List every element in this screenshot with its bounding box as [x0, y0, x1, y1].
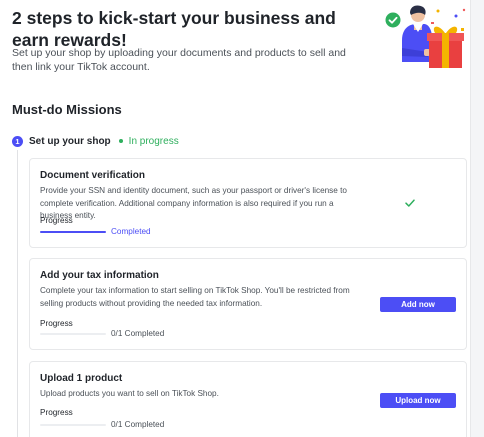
scrollbar-rail[interactable]: [470, 0, 484, 437]
check-badge: [385, 12, 401, 28]
progress-label: Progress: [40, 408, 73, 417]
progress-bar: [40, 424, 106, 426]
progress-bar: [40, 333, 106, 335]
mission-description: Upload products you want to sell on TikT…: [40, 389, 219, 398]
step-status: In progress: [128, 135, 179, 147]
step-header: 1 Set up your shop In progress: [12, 134, 179, 148]
mission-card-tax-information: Add your tax information Complete your t…: [29, 258, 467, 350]
mission-title: Add your tax information: [40, 270, 159, 281]
status-dot-icon: [118, 139, 123, 143]
page-subtitle: Set up your shop by uploading your docum…: [12, 47, 346, 73]
mission-title: Document verification: [40, 170, 146, 181]
progress-label: Progress: [40, 319, 73, 328]
mission-card-upload-product: Upload 1 product Upload products you wan…: [29, 361, 467, 437]
page-title: 2 steps to kick-start your business and …: [12, 8, 336, 50]
section-title: Must-do Missions: [12, 102, 122, 117]
upload-now-button[interactable]: Upload now: [380, 393, 456, 408]
rewards-illustration: [385, 5, 466, 68]
progress-status: 0/1 Completed: [111, 420, 165, 429]
timeline-line: [17, 150, 18, 437]
check-icon: [405, 199, 415, 207]
mission-title: Upload 1 product: [40, 373, 123, 384]
progress-label: Progress: [40, 216, 73, 225]
progress-status: 0/1 Completed: [111, 329, 165, 338]
mission-card-document-verification: Document verification Provide your SSN a…: [29, 158, 467, 248]
step-number-badge: 1: [12, 135, 23, 147]
progress-status: Completed: [111, 227, 151, 236]
progress-bar: [40, 231, 106, 233]
add-now-button[interactable]: Add now: [380, 297, 456, 312]
mission-description: Provide your SSN and identity document, …: [40, 186, 347, 220]
progress-fill: [40, 231, 106, 233]
mission-description: Complete your tax information to start s…: [40, 286, 350, 308]
step-label: Set up your shop: [29, 135, 111, 147]
gift-box: [427, 26, 464, 68]
